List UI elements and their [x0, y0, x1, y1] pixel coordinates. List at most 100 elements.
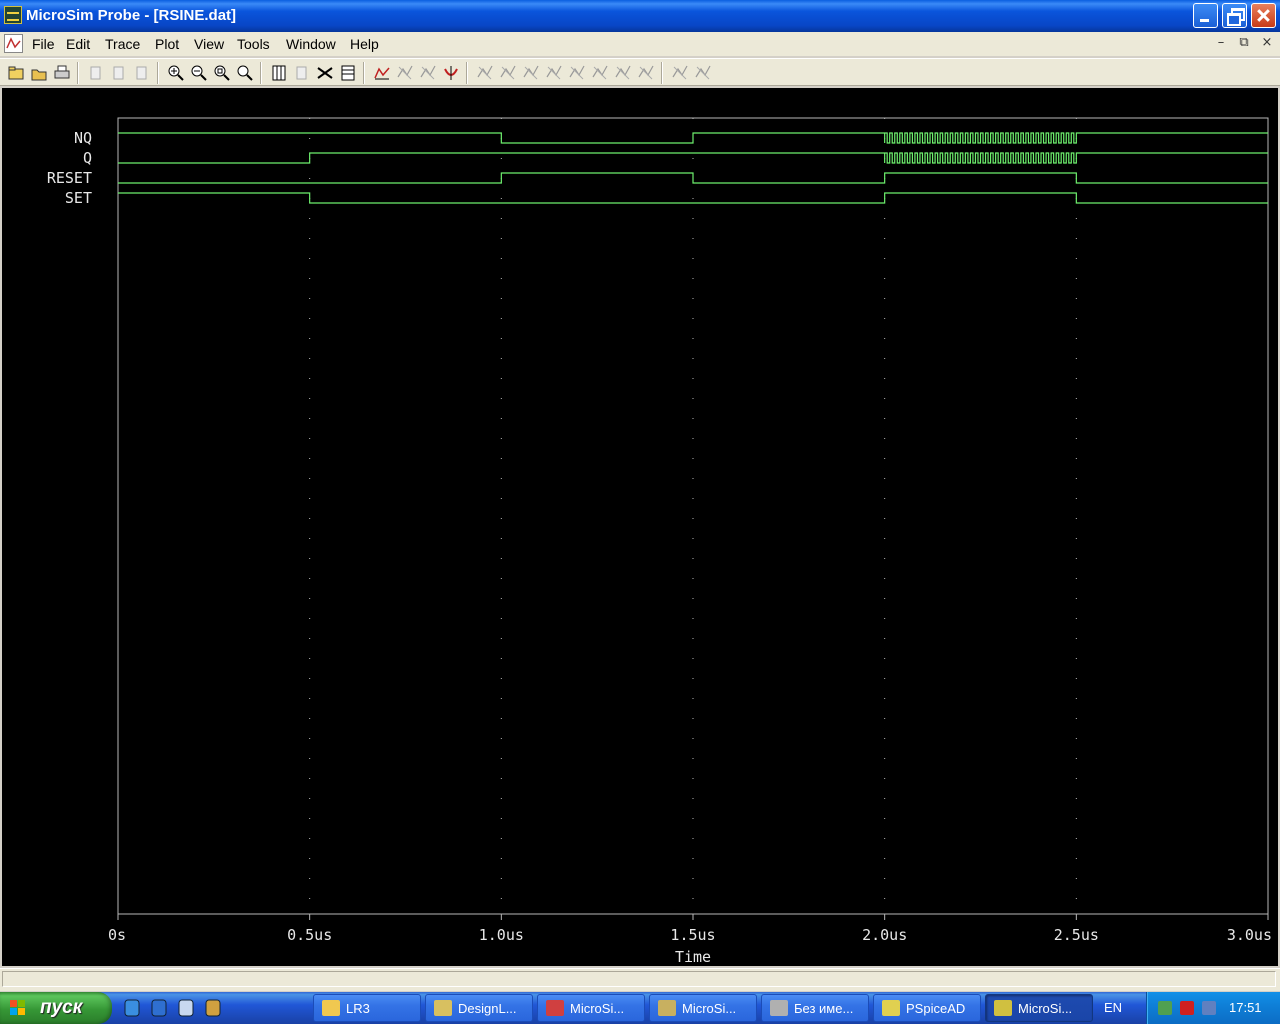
x-tick-label: 0s	[108, 926, 126, 944]
plot-add-button[interactable]	[292, 63, 312, 83]
menu-tools[interactable]: Tools	[237, 36, 270, 52]
zoom-area-icon	[214, 65, 230, 81]
cursor-pt-button[interactable]	[544, 63, 564, 83]
toolbar-separator	[466, 62, 468, 84]
menu-window[interactable]: Window	[286, 36, 336, 52]
mark-label-button[interactable]	[670, 63, 690, 83]
monitor-icon[interactable]	[1201, 1000, 1217, 1016]
taskbar-button[interactable]: MicroSi...	[649, 994, 757, 1022]
menu-trace[interactable]: Trace	[105, 36, 140, 52]
task-app-icon	[434, 1000, 452, 1016]
cursor-next-icon	[592, 65, 608, 80]
child-restore-button[interactable]: ⧉	[1236, 35, 1252, 50]
taskbar-button[interactable]: Без име...	[761, 994, 869, 1022]
tool-icon[interactable]	[203, 998, 223, 1018]
cursor-trace-button[interactable]	[395, 63, 415, 83]
windows-logo-icon	[10, 1000, 26, 1016]
task-app-icon	[658, 1000, 676, 1016]
cursor-min-button[interactable]	[498, 63, 518, 83]
antivirus-icon[interactable]	[1179, 1000, 1195, 1016]
plot-window[interactable]: 0s 0.5us 1.0us 1.5us 2.0us 2.5us 3.0us Time NQ Q R…	[2, 88, 1278, 966]
cursor-prev-button[interactable]	[613, 63, 633, 83]
cursor-pt-icon	[546, 65, 562, 80]
taskbar-button[interactable]: MicroSi...	[985, 994, 1093, 1022]
minimize-button[interactable]	[1193, 3, 1218, 28]
notepad-icon[interactable]	[176, 998, 196, 1018]
cursor-peak-button[interactable]	[418, 63, 438, 83]
network-icon[interactable]	[1157, 1000, 1173, 1016]
trace-label-nq: NQ	[74, 129, 92, 147]
fft-icon	[374, 67, 390, 80]
menu-file[interactable]: File	[32, 36, 55, 52]
mark-point-button[interactable]	[693, 63, 713, 83]
taskbar-button-label: PSpiceAD	[906, 1001, 966, 1016]
child-close-button[interactable]: ×	[1259, 35, 1275, 50]
cursor-search-button[interactable]	[567, 63, 587, 83]
zoom-out-button[interactable]	[189, 63, 209, 83]
language-indicator[interactable]: EN	[1104, 1000, 1122, 1015]
taskbar-button[interactable]: DesignL...	[425, 994, 533, 1022]
zoom-area-button[interactable]	[212, 63, 232, 83]
open-folder-icon	[31, 69, 47, 81]
title-bar[interactable]: MicroSim Probe - [RSINE.dat]	[0, 0, 1280, 32]
open-folder-button[interactable]	[29, 63, 49, 83]
taskbar-button[interactable]: PSpiceAD	[873, 994, 981, 1022]
zoom-fit-icon	[237, 65, 253, 81]
clock: 17:51	[1229, 1000, 1262, 1015]
cursor-mark-button[interactable]	[441, 63, 461, 83]
mark-label-icon	[672, 65, 688, 80]
toolbar-separator	[157, 62, 159, 84]
menu-help[interactable]: Help	[350, 36, 379, 52]
print-button[interactable]	[52, 63, 72, 83]
child-minimize-button[interactable]: –	[1213, 35, 1229, 50]
table-icon	[341, 65, 355, 81]
add-trace-button[interactable]	[315, 63, 335, 83]
start-label: пуск	[40, 997, 83, 1018]
taskbar-button[interactable]: MicroSi...	[537, 994, 645, 1022]
cursor-prev-icon	[615, 65, 631, 80]
menu-plot[interactable]: Plot	[155, 36, 179, 52]
start-button[interactable]: пуск	[0, 992, 112, 1024]
zoom-fit-button[interactable]	[235, 63, 255, 83]
cursor-mark-icon	[444, 66, 458, 80]
cursor-label-button[interactable]	[636, 63, 656, 83]
status-pane	[2, 971, 1276, 987]
x-axis-title: Time	[675, 948, 711, 966]
print-icon	[54, 65, 70, 79]
mark-point-icon	[695, 65, 711, 80]
cut-button[interactable]	[86, 63, 106, 83]
copy-button[interactable]	[109, 63, 129, 83]
document-icon[interactable]	[4, 34, 23, 53]
cursor-next-button[interactable]	[590, 63, 610, 83]
probe-app-icon[interactable]	[4, 6, 22, 24]
taskbar: пуск LR3 DesignL... MicroSi... MicroSi... Бе…	[0, 992, 1280, 1024]
toolbar-separator	[260, 62, 262, 84]
zoom-out-icon	[191, 65, 207, 81]
axis-button[interactable]	[269, 63, 289, 83]
cursor-max-button[interactable]	[521, 63, 541, 83]
browser-icon[interactable]	[149, 998, 169, 1018]
menu-edit[interactable]: Edit	[66, 36, 90, 52]
system-tray: 17:51	[1146, 992, 1280, 1024]
zoom-in-button[interactable]	[166, 63, 186, 83]
menu-view[interactable]: View	[194, 36, 224, 52]
open-file-button[interactable]	[6, 63, 26, 83]
restore-button[interactable]	[1222, 3, 1247, 28]
trace-nq	[118, 132, 1268, 144]
x-tick-label: 3.0us	[1227, 926, 1272, 944]
taskbar-button-label: MicroSi...	[570, 1001, 625, 1016]
waveform-plot[interactable]: 0s 0.5us 1.0us 1.5us 2.0us 2.5us 3.0us Time NQ QR…	[2, 88, 1278, 966]
table-button[interactable]	[338, 63, 358, 83]
toolbar-separator	[661, 62, 663, 84]
cursor-max-icon	[523, 65, 539, 80]
close-button[interactable]	[1251, 3, 1276, 28]
fft-button[interactable]	[372, 63, 392, 83]
x-tick-label: 1.5us	[670, 926, 715, 944]
paste-button[interactable]	[132, 63, 152, 83]
ie-icon[interactable]	[122, 998, 142, 1018]
taskbar-button[interactable]: LR3	[313, 994, 421, 1022]
plot-add-icon	[296, 66, 307, 80]
task-app-icon	[546, 1000, 564, 1016]
task-app-icon	[994, 1000, 1012, 1016]
cursor-slope-button[interactable]	[475, 63, 495, 83]
